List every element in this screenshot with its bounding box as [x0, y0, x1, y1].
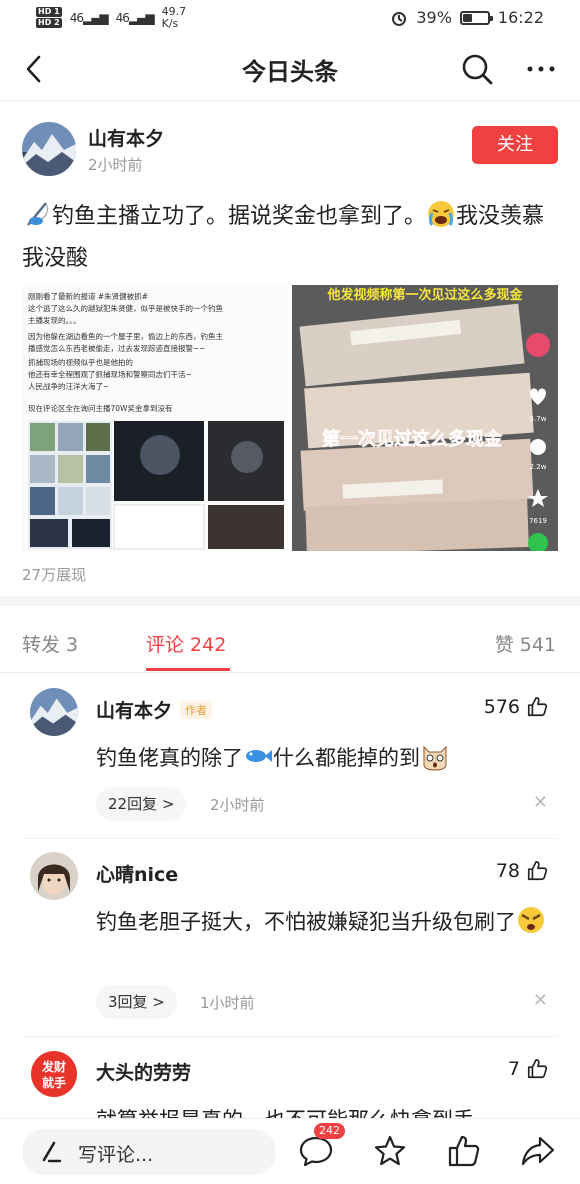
hd-indicator: HD 1 HD 2 — [36, 7, 62, 29]
screenshot-text-line6: 抓捕现场的视频似乎也是他拍的 — [28, 357, 133, 367]
post-image-right[interactable]: 他发视频称第一次见过这么多现金 第一次见过这么多现金 5.7w 2.2w 761… — [292, 285, 558, 551]
network-speed: 49.7 K/s — [161, 5, 187, 30]
author-avatar[interactable] — [22, 122, 76, 176]
comment-text: 钓鱼老胆子挺大，不怕被嫌疑犯当升级包刷了 — [96, 902, 556, 942]
video-comments: 2.2w — [530, 463, 547, 471]
status-right: 39% 16:22 — [390, 8, 544, 27]
comment-avatar[interactable]: 发财 就手 — [30, 1050, 78, 1098]
shocked-cat-emoji-icon — [423, 745, 447, 771]
comment-like-count: 7 — [507, 1058, 520, 1080]
thumbs-up-icon[interactable] — [446, 1133, 482, 1169]
comment-avatar[interactable] — [30, 852, 78, 900]
thumbs-up-icon — [527, 697, 548, 717]
post-text-part1: 钓鱼主播立功了。据说奖金也拿到了。 — [52, 204, 427, 229]
pen-icon — [42, 1141, 62, 1163]
video-stars: 7619 — [529, 517, 547, 525]
nav-bar: 今日头条 — [0, 40, 580, 98]
screenshot-text-line9: 现在评论区全在询问主播70W奖金拿到没有 — [28, 403, 173, 413]
comment-count-badge: 242 — [314, 1123, 345, 1139]
write-comment-input[interactable]: 写评论... — [22, 1129, 276, 1175]
hd1-label: HD 1 — [36, 7, 62, 17]
comment-divider — [22, 1036, 558, 1037]
reply-count-button[interactable]: 3回复 > — [96, 985, 177, 1019]
close-icon[interactable]: ✕ — [533, 792, 548, 813]
post-image-left[interactable]: 刚刚看了最新的报道 #朱贤健被抓# 这个逃了这么久的越狱犯朱贤健，似乎是被快手的… — [22, 285, 288, 551]
hd2-label: HD 2 — [36, 18, 62, 28]
tab-active-indicator — [146, 668, 230, 671]
write-comment-placeholder: 写评论... — [78, 1144, 154, 1166]
search-icon[interactable] — [460, 52, 494, 86]
comment-time: 1小时前 — [200, 994, 255, 1012]
signal-icon-2: 46▂▄▆ — [115, 11, 155, 25]
alarm-icon — [392, 11, 407, 26]
signal-icon: 46▂▄▆ — [69, 11, 109, 25]
tab-comment[interactable]: 评论 242 — [146, 630, 226, 657]
author-name[interactable]: 山有本夕 — [88, 124, 164, 151]
tab-forward[interactable]: 转发 3 — [22, 630, 78, 657]
comment-author-name[interactable]: 心晴nice — [96, 860, 178, 887]
section-divider — [0, 596, 580, 606]
comment-author-name[interactable]: 山有本夕 作者 — [96, 696, 213, 723]
author-tag: 作者 — [180, 701, 213, 719]
video-likes: 5.7w — [530, 415, 547, 423]
share-icon[interactable] — [520, 1133, 556, 1169]
star-icon[interactable] — [372, 1133, 408, 1169]
view-count: 27万展现 — [22, 566, 87, 584]
close-icon[interactable]: ✕ — [533, 990, 548, 1011]
comment-avatar[interactable] — [30, 688, 78, 736]
more-icon[interactable] — [524, 52, 558, 86]
comment-like-count: 576 — [483, 696, 520, 718]
tabs-divider — [0, 672, 580, 673]
battery-percent: 39% — [416, 8, 452, 27]
screenshot-text-line2: 这个逃了这么久的越狱犯朱贤健，似乎是被快手的一个钓鱼 — [28, 303, 223, 313]
post-text: 钓鱼主播立功了。据说奖金也拿到了。 我没羡慕我没酸 — [22, 196, 562, 280]
status-left: HD 1 HD 2 46▂▄▆ 46▂▄▆ 49.7 K/s — [36, 6, 186, 30]
screenshot-text-line7: 他还有幸全程围观了抓捕现场和警察同志们干活~ — [28, 369, 192, 379]
video-caption-text: 第一次见过这么多现金 — [322, 428, 503, 450]
comment-text: 钓鱼佬真的除了 什么都能掉的到 — [96, 738, 556, 778]
thumbs-up-icon — [527, 861, 548, 881]
comment-text: 就算举报是真的，也不可能那么快拿到手 — [96, 1100, 556, 1118]
comment-like-button[interactable]: 7 — [508, 1058, 548, 1080]
angry-face-emoji-icon — [518, 907, 544, 933]
avatar-text-1: 发财 — [41, 1059, 66, 1074]
nav-divider — [0, 100, 580, 101]
comment-like-count: 78 — [495, 860, 520, 882]
fishing-emoji-icon — [27, 202, 48, 226]
thumbs-up-icon — [527, 1059, 548, 1079]
video-banner-text: 他发视频称第一次见过这么多现金 — [326, 287, 523, 303]
screenshot-text-line8: 人民战争的汪洋大海了~ — [28, 381, 109, 391]
bottom-bar: 写评论... 242 — [0, 1118, 580, 1184]
comment-like-button[interactable]: 576 — [484, 696, 548, 718]
follow-button[interactable]: 关注 — [472, 126, 558, 164]
battery-icon — [459, 10, 493, 25]
comment-divider — [22, 838, 558, 839]
post-time: 2小时前 — [88, 156, 143, 174]
clock: 16:22 — [497, 8, 544, 27]
comment-author-name[interactable]: 大头的劳劳 — [96, 1058, 191, 1085]
fish-emoji-icon — [246, 750, 272, 762]
comment-like-button[interactable]: 78 — [496, 860, 548, 882]
status-bar: HD 1 HD 2 46▂▄▆ 46▂▄▆ 49.7 K/s 39% 16:22 — [0, 0, 580, 36]
tab-like[interactable]: 赞 541 — [495, 630, 556, 657]
avatar-text-2: 就手 — [42, 1075, 66, 1090]
crying-face-emoji-icon — [428, 201, 455, 227]
screenshot-text-line5: 播感觉怎么东西老被偷走，过去发现踪迹直接报警~~ — [28, 343, 206, 353]
screenshot-text-line3: 主播发现的。。。 — [28, 315, 81, 325]
reply-count-button[interactable]: 22回复 > — [96, 787, 187, 821]
screenshot-text-line4: 因为他躲在湖边看鱼的一个屋子里，偷边上的东西，钓鱼主 — [28, 331, 223, 341]
screenshot-text-line1: 刚刚看了最新的报道 #朱贤健被抓# — [28, 291, 148, 301]
comment-time: 2小时前 — [210, 796, 265, 814]
